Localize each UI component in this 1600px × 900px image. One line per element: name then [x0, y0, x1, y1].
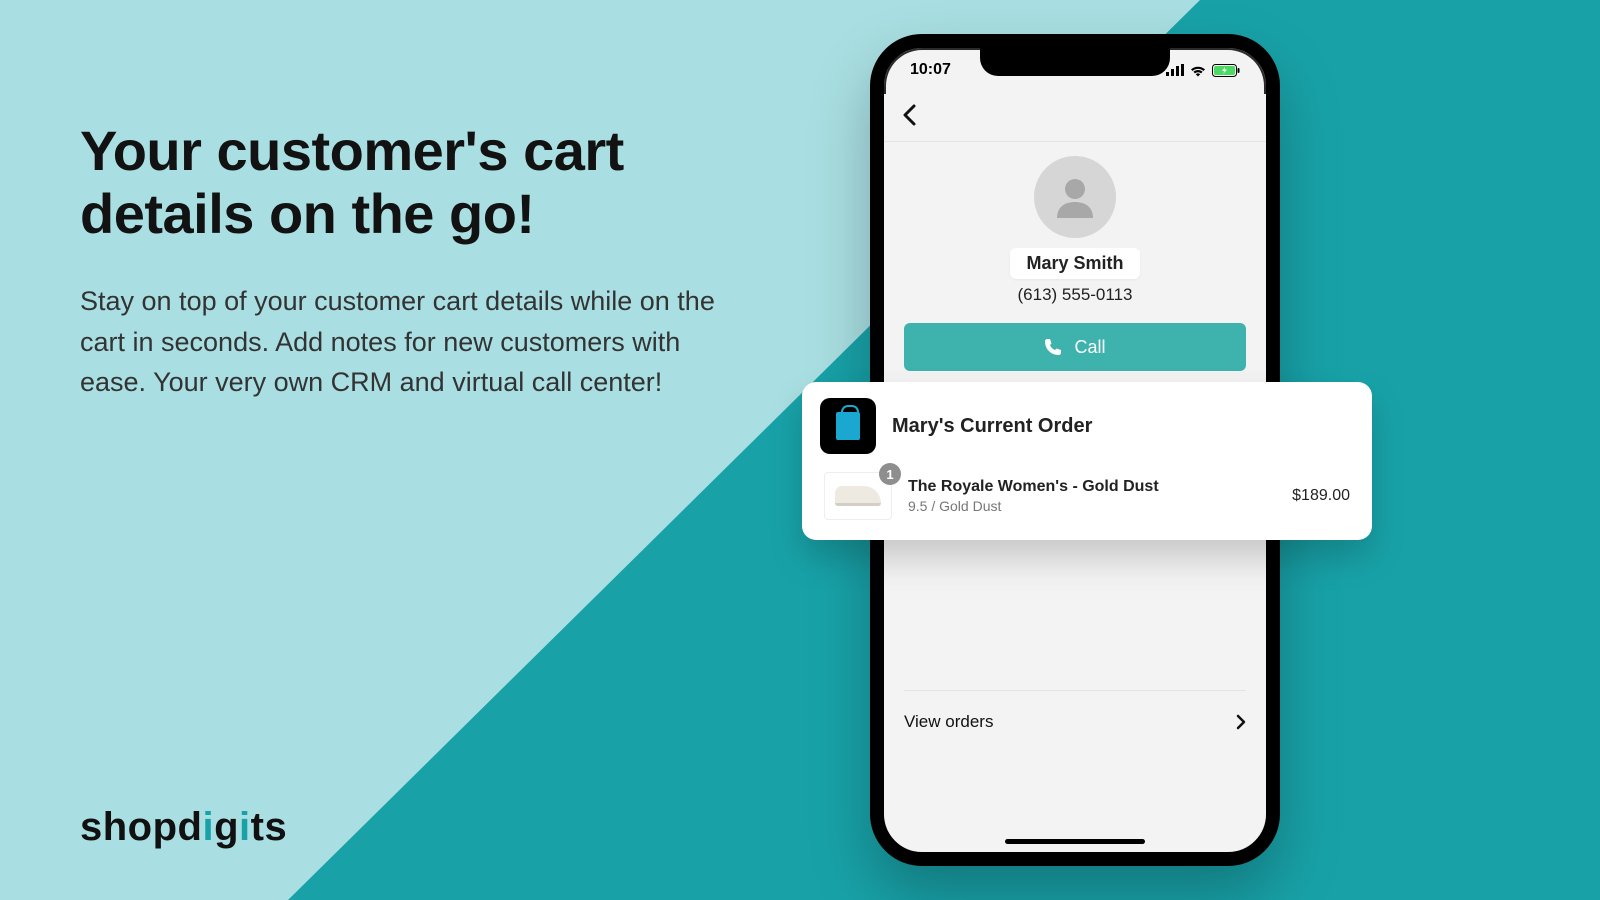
quantity-badge: 1: [879, 463, 901, 485]
brand-text: g: [214, 805, 239, 849]
headline-line-1: Your customer's cart: [80, 119, 624, 182]
status-time: 10:07: [910, 61, 951, 79]
call-button[interactable]: Call: [904, 323, 1246, 371]
headline: Your customer's cart details on the go!: [80, 120, 720, 245]
product-name: The Royale Women's - Gold Dust: [908, 478, 1276, 496]
shoe-icon: [835, 486, 881, 506]
product-thumbnail: 1: [824, 472, 892, 520]
view-orders-label: View orders: [904, 712, 993, 732]
call-button-label: Call: [1074, 337, 1105, 358]
product-variant: 9.5 / Gold Dust: [908, 498, 1276, 514]
wifi-icon: [1189, 64, 1207, 77]
nav-bar: [884, 94, 1266, 142]
order-card-header: Mary's Current Order: [820, 398, 1354, 454]
promo-subtext: Stay on top of your customer cart detail…: [80, 281, 720, 403]
signal-icon: [1166, 64, 1184, 76]
product-price: $189.00: [1292, 487, 1350, 505]
order-card[interactable]: Mary's Current Order 1 The Royale Women'…: [802, 382, 1372, 540]
order-card-title: Mary's Current Order: [892, 415, 1092, 438]
order-item[interactable]: 1 The Royale Women's - Gold Dust 9.5 / G…: [820, 466, 1354, 522]
avatar: [1034, 156, 1116, 238]
status-icons: [1166, 64, 1240, 77]
brand-text: shopd: [80, 805, 202, 849]
brand-text: ts: [251, 805, 288, 849]
brand-logo: shopdigits: [80, 805, 287, 850]
battery-icon: [1212, 64, 1240, 77]
brand-accent: i: [239, 805, 251, 849]
order-item-text: The Royale Women's - Gold Dust 9.5 / Gol…: [908, 478, 1276, 514]
phone-icon: [1044, 338, 1062, 356]
view-orders-row[interactable]: View orders: [904, 690, 1246, 744]
bag-icon: [836, 412, 860, 440]
promo-copy: Your customer's cart details on the go! …: [80, 120, 720, 403]
headline-line-2: details on the go!: [80, 182, 535, 245]
chevron-left-icon: [902, 104, 916, 126]
chevron-right-icon: [1236, 714, 1246, 730]
customer-phone: (613) 555-0113: [1018, 285, 1133, 305]
phone-notch: [980, 48, 1170, 76]
back-button[interactable]: [902, 102, 916, 133]
customer-name: Mary Smith: [1010, 248, 1139, 279]
brand-accent: i: [202, 805, 214, 849]
user-icon: [1048, 170, 1102, 224]
customer-profile: Mary Smith (613) 555-0113: [884, 142, 1266, 305]
home-indicator: [1005, 839, 1145, 844]
app-icon: [820, 398, 876, 454]
